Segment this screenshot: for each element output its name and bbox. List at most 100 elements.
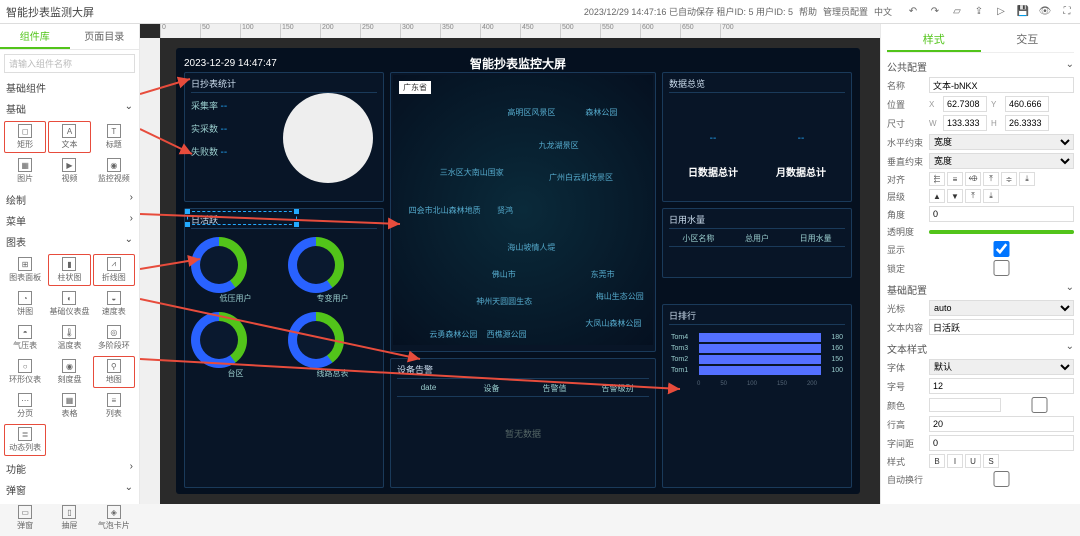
panel-gauges[interactable]: 日活跃 低压用户 专变用户 台区 线路总表 [184, 208, 384, 488]
component-search[interactable]: 请输入组件名称 [4, 54, 135, 73]
comp-pressure[interactable]: ◓气压表 [4, 322, 46, 354]
comp-table[interactable]: ▦表格 [48, 390, 90, 422]
comp-chart-panel[interactable]: ⊞图表面板 [4, 254, 46, 286]
cat-menu[interactable]: 菜单› [0, 210, 139, 231]
comp-multi-ring[interactable]: ◎多阶段环 [93, 322, 135, 354]
comp-image[interactable]: ▦图片 [4, 155, 46, 187]
layer-down-icon[interactable]: ▼ [947, 189, 963, 203]
size-w-input[interactable] [943, 115, 987, 131]
pos-y-input[interactable] [1005, 96, 1049, 112]
save-icon[interactable]: 💾 [1016, 5, 1030, 19]
section-basic[interactable]: 基础配置⌄ [887, 282, 1074, 297]
help-link[interactable]: 帮助 [799, 5, 817, 18]
comp-popover[interactable]: ◈气泡卡片 [93, 502, 135, 534]
align-mid-icon[interactable]: ≑ [1001, 172, 1017, 186]
comp-video[interactable]: ▶视频 [48, 155, 90, 187]
panel-daily-stats[interactable]: 日抄表统计 采集率 -- 实采数 -- 失败数 -- [184, 72, 384, 202]
vcons-select[interactable]: 宽度 [929, 153, 1074, 169]
panel-title: 设备告警 [397, 363, 649, 379]
size-h-input[interactable] [1005, 115, 1049, 131]
panel-map[interactable]: 广东省 高明区风景区森林公园九龙湖景区三水区大南山国家广州白云机场景区四会市北山… [390, 72, 656, 352]
dashboard-body: 日抄表统计 采集率 -- 实采数 -- 失败数 -- 广东省 高明区风景区森林公… [184, 72, 852, 488]
color-swatch[interactable] [929, 398, 1001, 412]
comp-bar[interactable]: ▮柱状图 [48, 254, 90, 286]
angle-input[interactable] [929, 206, 1074, 222]
comp-monitor[interactable]: ◉监控视频 [93, 155, 135, 187]
panel-water[interactable]: 日用水量 小区名称 总用户 日用水量 [662, 208, 852, 278]
cat-basic-comp[interactable]: 基础组件 [0, 77, 139, 98]
comp-pie[interactable]: ◔饼图 [4, 288, 46, 320]
underline-icon[interactable]: U [965, 454, 981, 468]
color-toggle[interactable] [1005, 397, 1075, 413]
layer-bot-icon[interactable]: ⤓ [983, 189, 999, 203]
redo-icon[interactable]: ↷ [928, 5, 942, 19]
ls-input[interactable] [929, 435, 1074, 451]
content-input[interactable] [929, 319, 1074, 335]
layer-up-icon[interactable]: ▲ [929, 189, 945, 203]
opacity-slider[interactable] [929, 230, 1074, 234]
hcons-select[interactable]: 宽度 [929, 134, 1074, 150]
comp-ring-gauge[interactable]: ○环形仪表 [4, 356, 46, 388]
align-left-icon[interactable]: ⬱ [929, 172, 945, 186]
canvas-area[interactable]: 0501001502002503003504004505005506006507… [140, 24, 880, 504]
tab-interact[interactable]: 交互 [981, 28, 1075, 52]
tab-components[interactable]: 组件库 [0, 24, 70, 49]
comp-temp[interactable]: 🌡温度表 [48, 322, 90, 354]
align-center-icon[interactable]: ≡ [947, 172, 963, 186]
comp-drawer[interactable]: ▯抽屉 [48, 502, 90, 534]
tab-style[interactable]: 样式 [887, 28, 981, 52]
strike-icon[interactable]: S [983, 454, 999, 468]
comp-line[interactable]: ⩘折线图 [93, 254, 135, 286]
wrap-toggle[interactable] [929, 471, 1074, 487]
comp-pager[interactable]: ⋯分页 [4, 390, 46, 422]
align-bot-icon[interactable]: ⤓ [1019, 172, 1035, 186]
fit-icon[interactable]: ▱ [950, 5, 964, 19]
comp-list[interactable]: ≡列表 [93, 390, 135, 422]
section-text[interactable]: 文本样式⌄ [887, 341, 1074, 356]
lh-input[interactable] [929, 416, 1074, 432]
export-icon[interactable]: ⇪ [972, 5, 986, 19]
dashboard-screen[interactable]: 2023-12-29 14:47:47 智能抄表监控大屏 日抄表统计 采集率 -… [176, 48, 860, 494]
cat-popup[interactable]: 弹窗⌄ [0, 479, 139, 500]
admin-link[interactable]: 管理员配置 [823, 5, 868, 18]
align-right-icon[interactable]: ⬲ [965, 172, 981, 186]
cat-draw[interactable]: 绘制› [0, 189, 139, 210]
cursor-select[interactable]: auto [929, 300, 1074, 316]
comp-gauge[interactable]: ◐基础仪表盘 [48, 288, 90, 320]
comp-dialog[interactable]: ▭弹窗 [4, 502, 46, 534]
lock-toggle[interactable] [929, 260, 1074, 276]
undo-icon[interactable]: ↶ [906, 5, 920, 19]
chart-grid: ⊞图表面板 ▮柱状图 ⩘折线图 ◔饼图 ◐基础仪表盘 ◒速度表 ◓气压表 🌡温度… [0, 252, 139, 458]
cat-func[interactable]: 功能› [0, 458, 139, 479]
cat-chart[interactable]: 图表⌄ [0, 231, 139, 252]
bold-icon[interactable]: B [929, 454, 945, 468]
send-icon[interactable]: ▷ [994, 5, 1008, 19]
panel-rank[interactable]: 日排行 Tom4180Tom3160Tom2150Tom1100 0501001… [662, 304, 852, 488]
tab-page-tree[interactable]: 页面目录 [70, 24, 140, 49]
comp-speed[interactable]: ◒速度表 [93, 288, 135, 320]
italic-icon[interactable]: I [947, 454, 963, 468]
fsize-input[interactable] [929, 378, 1074, 394]
layer-top-icon[interactable]: ⤒ [965, 189, 981, 203]
comp-rect[interactable]: ◻矩形 [4, 121, 46, 153]
comp-title[interactable]: T标题 [93, 121, 135, 153]
comp-dyn-list[interactable]: ≣动态列表 [4, 424, 46, 456]
fullscreen-icon[interactable]: ⛶ [1060, 5, 1074, 19]
map-view[interactable]: 广东省 高明区风景区森林公园九龙湖景区三水区大南山国家广州白云机场景区四会市北山… [393, 75, 653, 345]
comp-text[interactable]: A文本 [48, 121, 90, 153]
left-tabs: 组件库 页面目录 [0, 24, 139, 50]
font-select[interactable]: 默认 [929, 359, 1074, 375]
section-public[interactable]: 公共配置⌄ [887, 59, 1074, 74]
cat-basic[interactable]: 基础⌄ [0, 98, 139, 119]
comp-dial[interactable]: ◉刻度盘 [48, 356, 90, 388]
name-input[interactable] [929, 77, 1074, 93]
preview-icon[interactable]: 👁 [1038, 5, 1052, 19]
map-province-tag[interactable]: 广东省 [399, 81, 431, 94]
panel-alert[interactable]: 设备告警 date 设备 告警值 告警级别 暂无数据 [390, 358, 656, 488]
comp-map[interactable]: ⚲地图 [93, 356, 135, 388]
show-toggle[interactable] [929, 241, 1074, 257]
panel-summary[interactable]: 数据总览 --日数据总计 --月数据总计 [662, 72, 852, 202]
align-top-icon[interactable]: ⤒ [983, 172, 999, 186]
lang-toggle[interactable]: 中文 [874, 5, 892, 18]
pos-x-input[interactable] [943, 96, 987, 112]
